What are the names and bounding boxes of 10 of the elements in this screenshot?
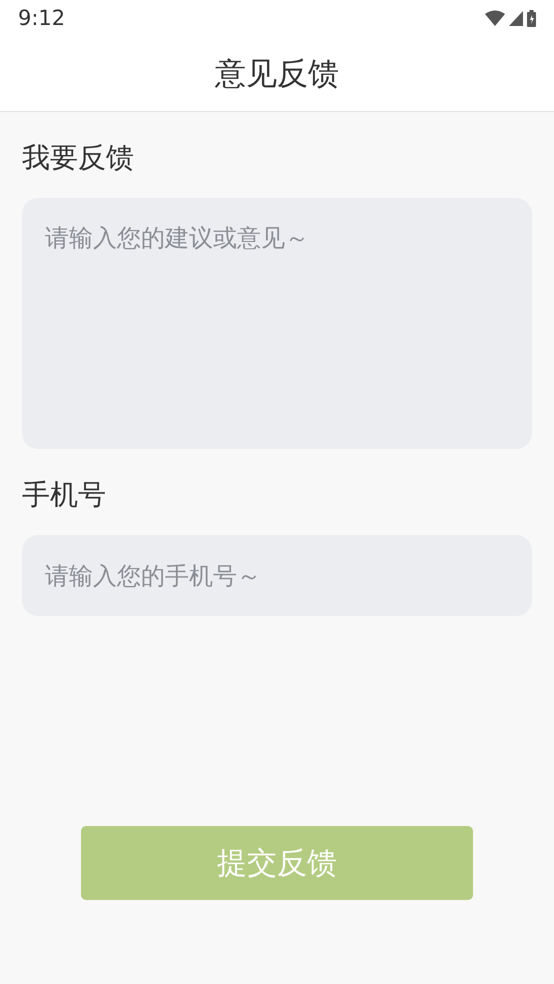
feedback-field[interactable]: 请输入您的建议或意见～	[22, 198, 532, 449]
submit-button[interactable]: 提交反馈	[81, 826, 473, 900]
signal-icon	[509, 10, 523, 26]
status-time: 9:12	[18, 6, 66, 30]
wifi-icon	[485, 10, 505, 26]
phone-label: 手机号	[22, 477, 107, 513]
page-title: 意见反馈	[215, 54, 339, 94]
phone-field[interactable]: 请输入您的手机号～	[22, 535, 532, 616]
battery-icon	[527, 10, 536, 26]
feedback-label: 我要反馈	[22, 140, 135, 176]
